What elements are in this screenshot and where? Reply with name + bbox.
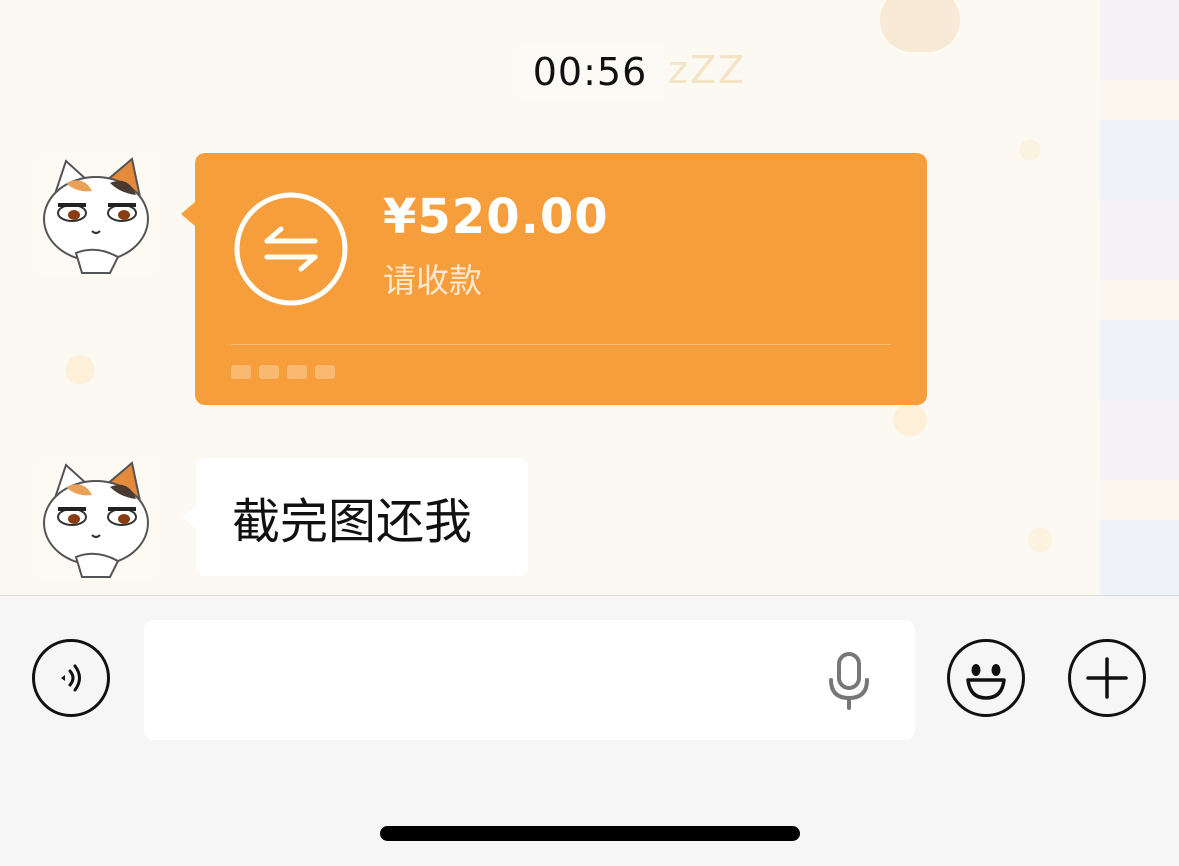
- message-text: 截完图还我: [232, 494, 473, 550]
- chat-area[interactable]: zZZ 00:56 ¥520.00 请收款 截完图还我: [0, 0, 1179, 595]
- microphone-icon[interactable]: [826, 652, 872, 712]
- timestamp-text: 00:56: [532, 50, 648, 94]
- home-indicator[interactable]: [380, 826, 800, 841]
- emoji-icon: [966, 664, 1006, 700]
- emoji-button[interactable]: [947, 639, 1025, 717]
- contact-avatar[interactable]: [36, 153, 158, 275]
- transfer-message-card[interactable]: ¥520.00 请收款: [181, 153, 927, 405]
- voice-mode-button[interactable]: [32, 639, 110, 717]
- cat-avatar-icon: [43, 461, 149, 578]
- plus-icon: [1086, 657, 1128, 699]
- bubble-tail: [181, 202, 195, 226]
- transfer-arrows-icon: [234, 192, 348, 306]
- card-divider: [231, 344, 891, 345]
- message-timestamp: 00:56: [517, 44, 663, 100]
- message-input[interactable]: [144, 620, 915, 740]
- wallpaper-zzz-decoration: zZZ: [668, 48, 747, 92]
- wallpaper-stripe: [1100, 0, 1179, 595]
- transfer-status: 请收款: [383, 261, 482, 300]
- contact-avatar[interactable]: [36, 457, 158, 579]
- text-message-bubble[interactable]: 截完图还我: [182, 458, 528, 576]
- card-footer-blurred: [231, 357, 381, 387]
- voice-mode-icon: [61, 664, 81, 692]
- cat-avatar-icon: [43, 157, 149, 274]
- bubble-tail: [182, 505, 196, 529]
- transfer-amount: ¥520.00: [383, 189, 609, 245]
- wallpaper-cat-decoration: [880, 0, 960, 52]
- more-options-button[interactable]: [1068, 639, 1146, 717]
